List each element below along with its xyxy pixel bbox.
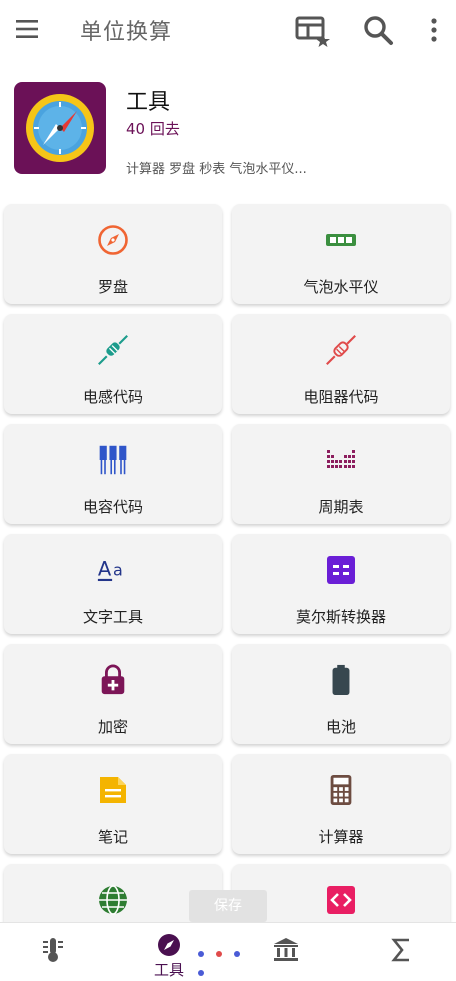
tool-label: 文字工具: [82, 608, 143, 626]
capacitor-icon: [99, 445, 127, 475]
save-toast: 保存: [189, 890, 267, 922]
note-icon: [100, 777, 126, 803]
tool-label: 电池: [325, 718, 356, 736]
tool-card-battery[interactable]: 电池: [232, 644, 450, 744]
page-dot: [198, 951, 204, 957]
nav-label: 工具: [153, 961, 184, 979]
nav-item-tools[interactable]: 工具: [134, 923, 204, 981]
tool-label: 计算器: [318, 828, 364, 846]
nav-item-finance[interactable]: [250, 923, 320, 981]
category-title: 工具: [126, 90, 171, 115]
favorites-grid-icon[interactable]: [294, 12, 330, 48]
bottom-navigation: 工具: [0, 922, 456, 981]
compass-icon: [98, 225, 128, 255]
tool-card-resistor-code[interactable]: 电阻器代码: [232, 314, 450, 414]
code-icon: [327, 886, 355, 914]
tool-card-periodic-table[interactable]: 周期表: [232, 424, 450, 524]
search-icon[interactable]: [360, 12, 396, 48]
more-vert-icon[interactable]: [416, 12, 452, 48]
periodic-table-icon: [327, 450, 355, 468]
tool-card-text-tools[interactable]: A a 文字工具: [4, 534, 222, 634]
back-link[interactable]: 40 回去: [126, 118, 180, 139]
tool-label: 电阻器代码: [303, 388, 379, 406]
category-description: 计算器 罗盘 秒表 气泡水平仪...: [126, 162, 307, 177]
lock-icon: [101, 664, 125, 695]
morse-icon: [327, 556, 355, 584]
globe-icon: [99, 885, 127, 915]
inductor-icon: [98, 335, 128, 365]
menu-icon[interactable]: [14, 17, 42, 41]
tool-label: 气泡水平仪: [303, 278, 379, 296]
tool-label: 电感代码: [82, 388, 143, 406]
calculator-icon: [330, 774, 352, 806]
compass-logo-icon: [26, 94, 94, 162]
tools-logo: [14, 82, 106, 174]
tool-card-bubble-level[interactable]: 气泡水平仪: [232, 204, 450, 304]
tool-card-notes[interactable]: 笔记: [4, 754, 222, 854]
tool-card-morse-converter[interactable]: 莫尔斯转换器: [232, 534, 450, 634]
nav-item-math[interactable]: [366, 923, 436, 981]
page-dot: [216, 951, 222, 957]
tool-label: 莫尔斯转换器: [295, 608, 386, 626]
tool-label: 笔记: [97, 828, 128, 846]
text-tools-icon: A a: [97, 557, 123, 582]
sigma-icon: [391, 938, 409, 962]
thermometer-icon: [43, 938, 63, 962]
bubble-level-icon: [326, 234, 356, 246]
svg-text:A: A: [98, 557, 112, 580]
nav-item-temperature[interactable]: [18, 923, 88, 981]
category-header: 工具 40 回去 计算器 罗盘 秒表 气泡水平仪...: [0, 66, 456, 186]
tool-card-capacitor-code[interactable]: 电容代码: [4, 424, 222, 524]
bank-icon: [274, 938, 298, 961]
tool-label: 罗盘: [97, 278, 128, 296]
tool-label: 周期表: [318, 498, 364, 516]
svg-text:a: a: [113, 560, 123, 579]
resistor-icon: [326, 335, 356, 365]
tool-card-calculator[interactable]: 计算器: [232, 754, 450, 854]
page-dot: [198, 970, 204, 976]
tool-card-encryption[interactable]: 加密: [4, 644, 222, 744]
compass-nav-icon: [158, 934, 180, 956]
tools-grid: 罗盘 气泡水平仪 电感代码 电阻器代码 电容代码 周期表 A a 文字工具 莫尔…: [0, 200, 456, 922]
tool-card-inductor-code[interactable]: 电感代码: [4, 314, 222, 414]
tool-label: 电容代码: [82, 498, 143, 516]
page-dot: [234, 951, 240, 957]
battery-icon: [332, 664, 350, 696]
app-title: 单位换算: [80, 20, 173, 45]
tool-label: 加密: [97, 718, 128, 736]
app-bar: 单位换算: [0, 0, 456, 58]
tool-card-compass[interactable]: 罗盘: [4, 204, 222, 304]
